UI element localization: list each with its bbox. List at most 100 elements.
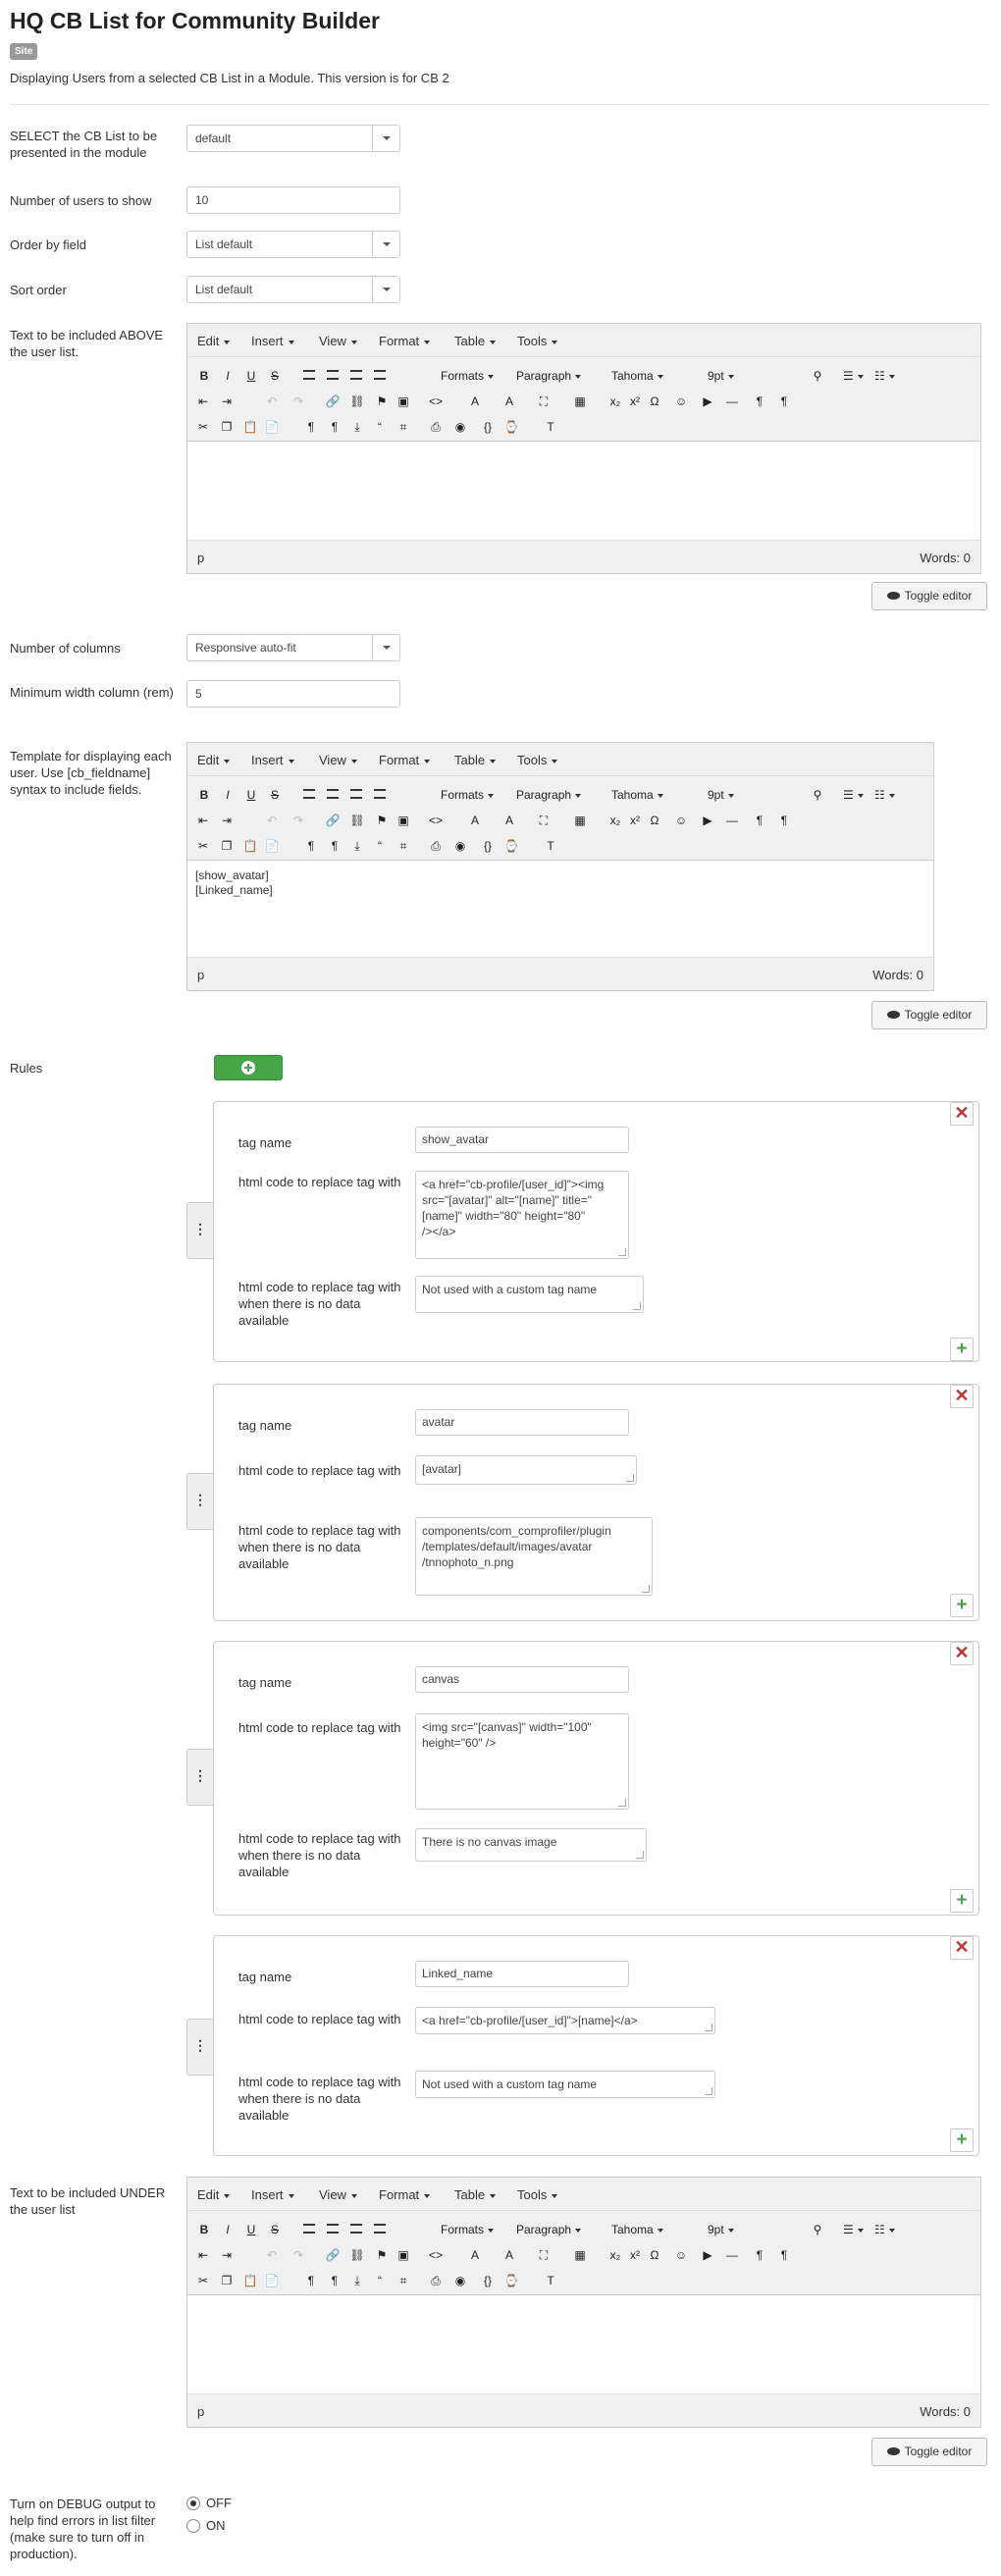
numbered-list-icon[interactable]: ☷ — [874, 2221, 895, 2238]
strike-icon[interactable]: S — [268, 2221, 282, 2238]
text-under-editor[interactable]: Edit Insert View Format Table Tools B I U S Format… — [186, 2177, 981, 2428]
link-icon[interactable]: 🔗 — [325, 2246, 341, 2264]
strike-icon[interactable]: S — [268, 367, 282, 385]
braces-icon[interactable]: {} — [480, 837, 496, 855]
align-justify-icon[interactable] — [374, 370, 386, 380]
image-icon[interactable]: ▣ — [395, 2246, 411, 2264]
media-icon[interactable]: ▶ — [700, 2246, 715, 2264]
debug-on-radio[interactable] — [186, 2519, 200, 2533]
numbered-list-icon[interactable]: ☷ — [874, 786, 895, 804]
add-rule-after-icon[interactable]: + — [950, 1889, 974, 1913]
image-icon[interactable]: ▣ — [395, 812, 411, 829]
debug-off-radio[interactable] — [186, 2497, 200, 2510]
insert-icon[interactable]: ⤓ — [349, 418, 365, 436]
font-family-dropdown[interactable]: Tahoma — [611, 2221, 696, 2238]
rtl-icon[interactable]: ¶ — [776, 812, 792, 829]
drag-handle[interactable]: ⋮ — [186, 2019, 213, 2076]
menu-edit[interactable]: Edit — [197, 334, 230, 348]
align-justify-icon[interactable] — [374, 789, 386, 799]
align-center-icon[interactable] — [327, 370, 339, 380]
select-all-icon[interactable]: ⌗ — [395, 418, 411, 436]
braces-icon[interactable]: {} — [480, 2272, 496, 2289]
font-size-dropdown[interactable]: 9pt — [708, 786, 796, 804]
toggle-editor-button[interactable]: Toggle editor — [871, 1001, 987, 1029]
horizontal-rule-icon[interactable]: — — [724, 812, 740, 829]
horizontal-rule-icon[interactable]: — — [724, 2246, 740, 2264]
drag-handle[interactable]: ⋮ — [186, 1202, 213, 1259]
tag-name-input[interactable]: avatar — [415, 1409, 629, 1436]
find-replace-icon[interactable]: ⚲ — [811, 786, 824, 804]
link-icon[interactable]: 🔗 — [325, 393, 341, 410]
pilcrow-icon[interactable]: ¶ — [303, 2272, 319, 2289]
indent-icon[interactable]: ⇥ — [219, 393, 235, 410]
quote-icon[interactable]: “ — [372, 418, 388, 436]
align-left-icon[interactable] — [303, 370, 315, 380]
underline-icon[interactable]: U — [244, 367, 258, 385]
align-left-icon[interactable] — [303, 2224, 315, 2234]
paste-icon[interactable]: 📋 — [242, 418, 258, 436]
chevron-down-icon[interactable] — [372, 126, 399, 151]
num-columns-select[interactable]: Responsive auto-fit — [186, 634, 400, 661]
rtl-icon[interactable]: ¶ — [776, 2246, 792, 2264]
element-path[interactable]: p — [197, 2404, 204, 2419]
menu-table[interactable]: Table — [454, 2187, 496, 2202]
insert-icon[interactable]: ⤓ — [349, 2272, 365, 2289]
font-family-dropdown[interactable]: Tahoma — [611, 367, 696, 385]
undo-icon[interactable]: ↶ — [264, 812, 280, 829]
menu-insert[interactable]: Insert — [251, 334, 294, 348]
align-right-icon[interactable] — [350, 2224, 362, 2234]
indent-icon[interactable]: ⇥ — [219, 812, 235, 829]
print-icon[interactable]: ⎙ — [428, 2272, 444, 2289]
menu-format[interactable]: Format — [379, 753, 430, 767]
paste-icon[interactable]: 📋 — [242, 837, 258, 855]
unlink-icon[interactable]: ⛓ — [349, 393, 365, 410]
print-icon[interactable]: ⎙ — [428, 418, 444, 436]
replace-html-textarea[interactable]: <img src="[canvas]" width="100" height="… — [415, 1713, 629, 1810]
omega-icon[interactable]: Ω — [647, 812, 662, 829]
rtl-icon[interactable]: ¶ — [776, 393, 792, 410]
bullet-list-icon[interactable]: ☰ — [843, 786, 864, 804]
redo-icon[interactable]: ↷ — [290, 812, 306, 829]
outdent-icon[interactable]: ⇤ — [195, 2246, 211, 2264]
fullscreen-icon[interactable]: ⛶ — [536, 393, 552, 410]
menu-edit[interactable]: Edit — [197, 753, 230, 767]
table-icon[interactable]: ▦ — [572, 393, 588, 410]
editor-content-area[interactable] — [187, 442, 980, 540]
bold-icon[interactable]: B — [197, 367, 211, 385]
min-width-input[interactable]: 5 — [186, 680, 400, 708]
nodata-html-textarea[interactable]: Not used with a custom tag name — [415, 2071, 715, 2098]
numbered-list-icon[interactable]: ☷ — [874, 367, 895, 385]
select-all-icon[interactable]: ⌗ — [395, 2272, 411, 2289]
cut-icon[interactable]: ✂ — [195, 837, 211, 855]
chevron-down-icon[interactable] — [372, 277, 399, 302]
insert-icon[interactable]: ⤓ — [349, 837, 365, 855]
text-color-icon[interactable]: A — [467, 393, 483, 410]
paragraph-dropdown[interactable]: Paragraph — [516, 786, 597, 804]
fullscreen-icon[interactable]: ⛶ — [536, 812, 552, 829]
paste-text-icon[interactable]: 📄 — [264, 2272, 280, 2289]
bullet-list-icon[interactable]: ☰ — [843, 2221, 864, 2238]
drag-handle[interactable]: ⋮ — [186, 1473, 213, 1530]
menu-insert[interactable]: Insert — [251, 753, 294, 767]
table-icon[interactable]: ▦ — [572, 2246, 588, 2264]
menu-view[interactable]: View — [319, 334, 357, 348]
remove-rule-icon[interactable]: ✕ — [950, 1102, 974, 1126]
align-center-icon[interactable] — [327, 2224, 339, 2234]
braces-icon[interactable]: {} — [480, 418, 496, 436]
outdent-icon[interactable]: ⇤ — [195, 393, 211, 410]
code-icon[interactable]: <> — [428, 812, 444, 829]
find-replace-icon[interactable]: ⚲ — [811, 2221, 824, 2238]
redo-icon[interactable]: ↷ — [290, 2246, 306, 2264]
media-icon[interactable]: ▶ — [700, 393, 715, 410]
table-icon[interactable]: ▦ — [572, 812, 588, 829]
superscript-icon[interactable]: x² — [627, 2246, 643, 2264]
find-replace-icon[interactable]: ⚲ — [811, 367, 824, 385]
add-rule-after-icon[interactable]: + — [950, 1338, 974, 1361]
align-center-icon[interactable] — [327, 789, 339, 799]
element-path[interactable]: p — [197, 968, 204, 982]
tag-name-input[interactable]: canvas — [415, 1666, 629, 1693]
clear-format-icon[interactable]: T — [543, 2272, 558, 2289]
media-icon[interactable]: ▶ — [700, 812, 715, 829]
text-above-editor[interactable]: Edit Insert View Format Table Tools B I U S Format… — [186, 323, 981, 574]
omega-icon[interactable]: Ω — [647, 2246, 662, 2264]
